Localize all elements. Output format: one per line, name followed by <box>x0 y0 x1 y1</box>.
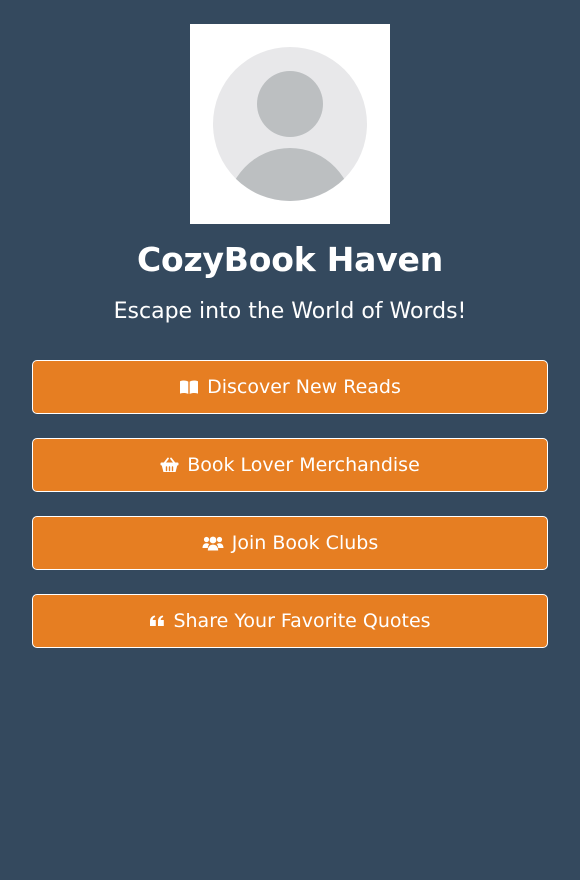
link-label: Discover New Reads <box>207 376 401 398</box>
user-avatar-placeholder-icon <box>213 47 367 201</box>
page-subtitle: Escape into the World of Words! <box>113 299 467 324</box>
page-title: CozyBook Haven <box>136 240 443 279</box>
link-list: Discover New Reads Book Lover Merchandis… <box>32 360 548 672</box>
users-icon <box>202 535 224 551</box>
link-label: Share Your Favorite Quotes <box>173 610 431 632</box>
avatar <box>190 24 390 224</box>
join-book-clubs-button[interactable]: Join Book Clubs <box>32 516 548 570</box>
quote-left-icon <box>149 614 165 628</box>
book-open-icon <box>179 379 199 395</box>
link-page: CozyBook Haven Escape into the World of … <box>0 0 580 880</box>
book-lover-merchandise-button[interactable]: Book Lover Merchandise <box>32 438 548 492</box>
shopping-basket-icon <box>160 457 179 473</box>
share-favorite-quotes-button[interactable]: Share Your Favorite Quotes <box>32 594 548 648</box>
link-label: Book Lover Merchandise <box>187 454 420 476</box>
link-label: Join Book Clubs <box>231 532 379 554</box>
discover-new-reads-button[interactable]: Discover New Reads <box>32 360 548 414</box>
